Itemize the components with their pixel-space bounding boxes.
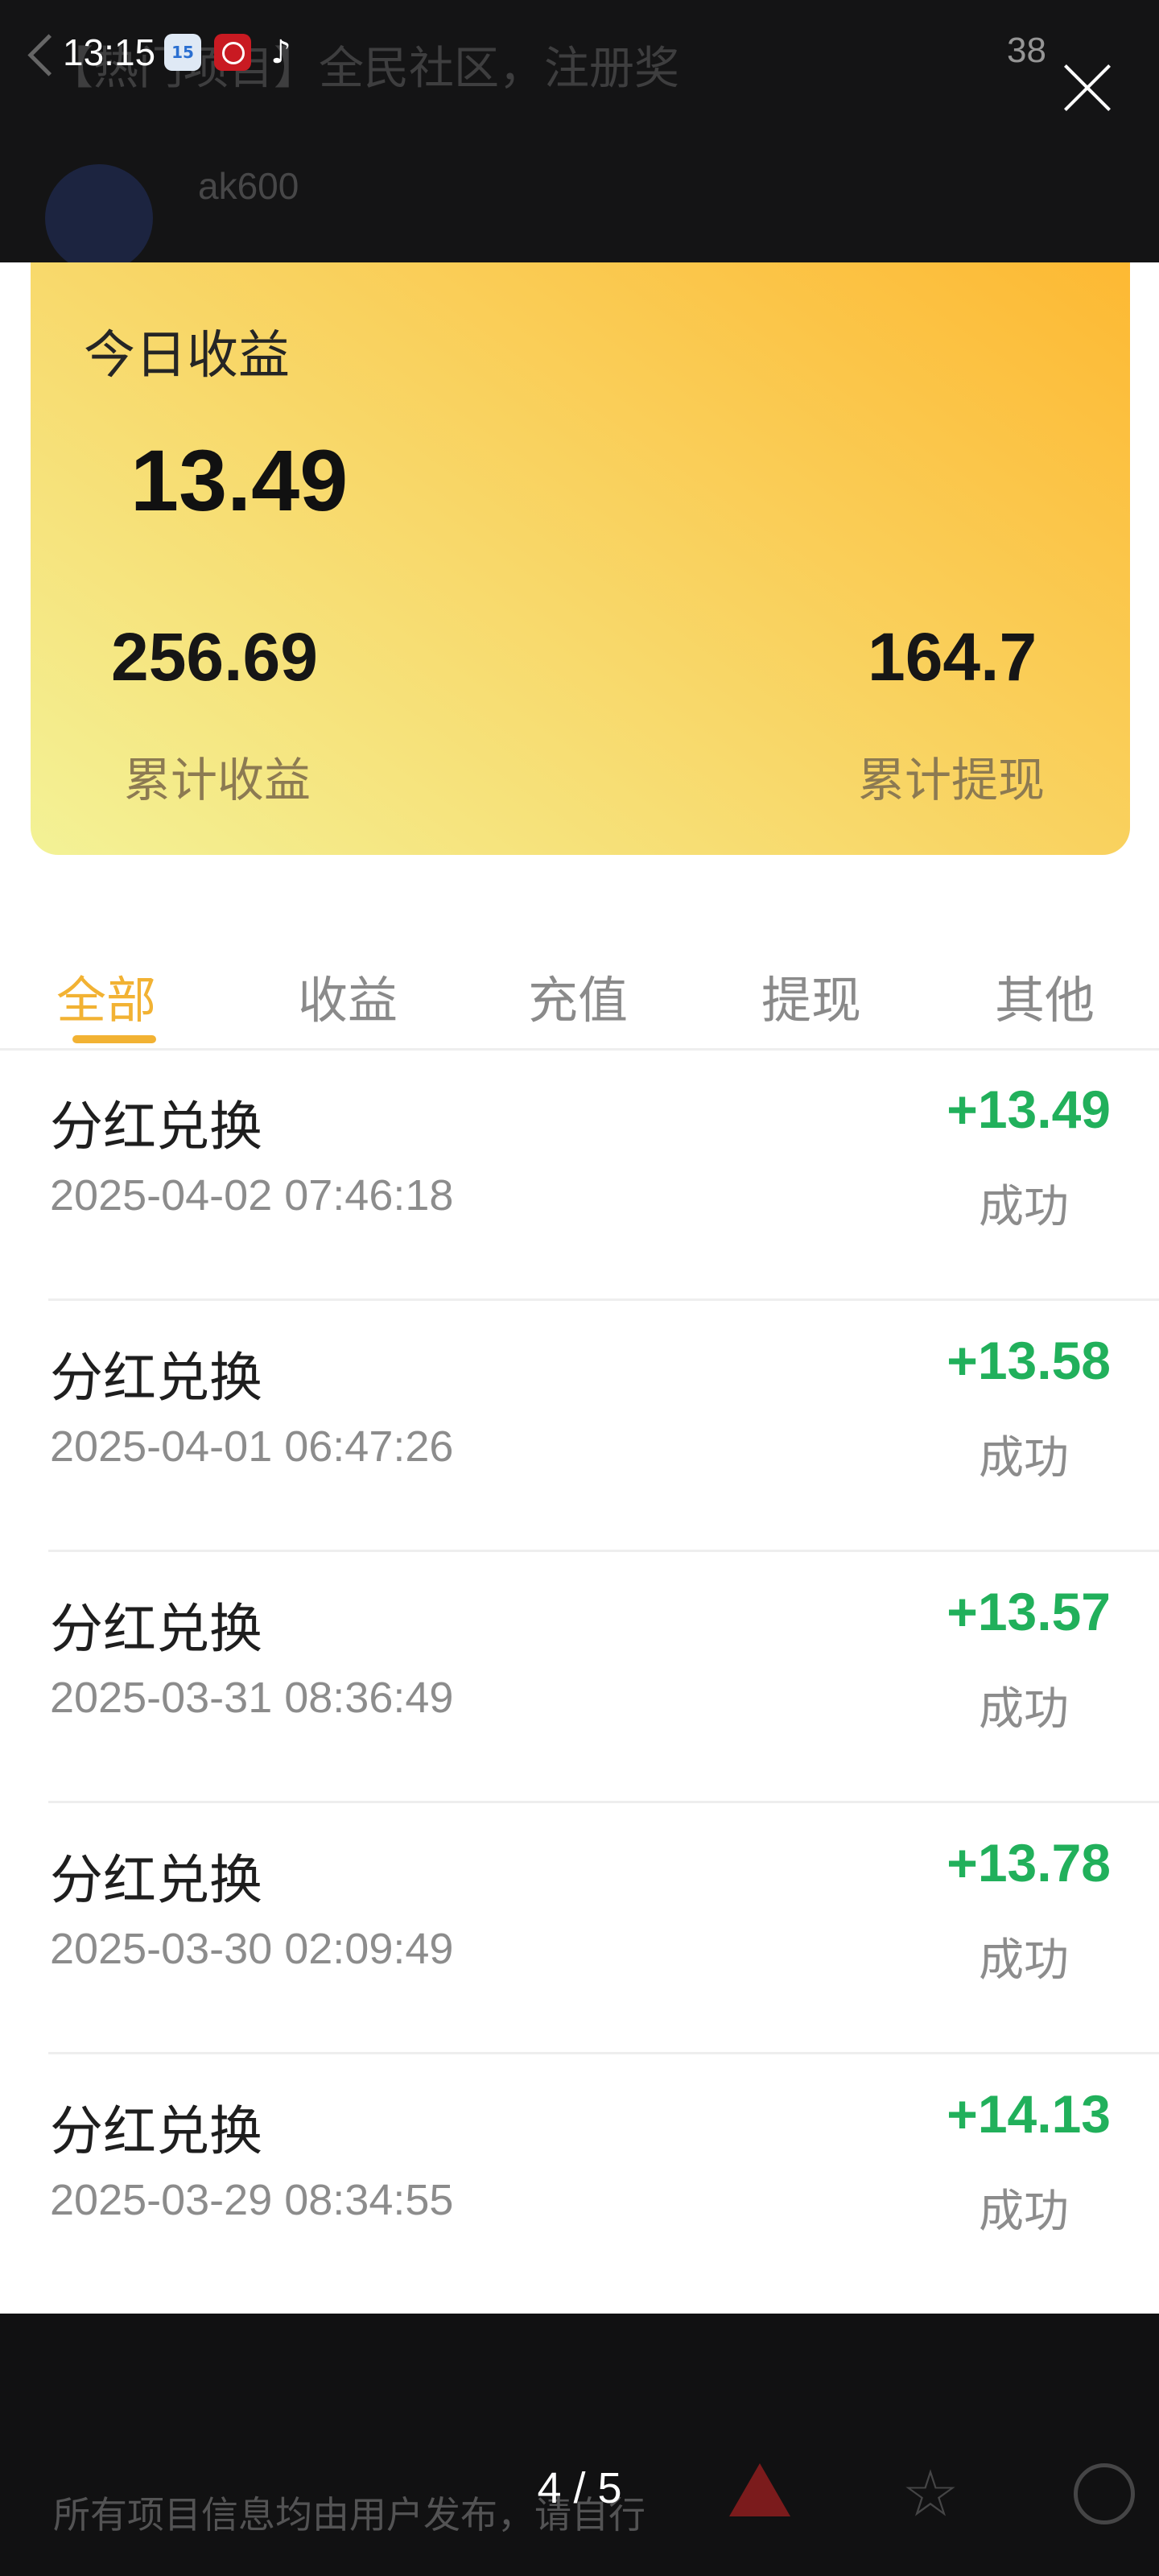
page-indicator: 4 / 5 bbox=[537, 2464, 622, 2512]
transaction-status: 成功 bbox=[979, 1181, 1069, 1233]
transaction-title: 分红兑换 bbox=[50, 1347, 262, 1409]
today-earnings-label: 今日收益 bbox=[84, 326, 290, 386]
tab-all[interactable]: 全部 bbox=[56, 960, 156, 1032]
transaction-amount: +14.13 bbox=[947, 2084, 1111, 2144]
tab-recharge[interactable]: 充值 bbox=[528, 960, 628, 1032]
close-icon[interactable] bbox=[1061, 61, 1114, 114]
total-withdraw-value: 164.7 bbox=[868, 619, 1037, 695]
transaction-amount: +13.78 bbox=[947, 1833, 1111, 1893]
transaction-title: 分红兑换 bbox=[50, 1849, 262, 1911]
earnings-card: 今日收益 13.49 256.69 164.7 累计收益 累计提现 bbox=[31, 262, 1130, 855]
transaction-time: 2025-04-02 07:46:18 bbox=[50, 1171, 454, 1220]
transaction-row[interactable]: 分红兑换 2025-03-31 08:36:49 +13.57 成功 bbox=[0, 1552, 1159, 1803]
tiktok-notification-icon: ♪ bbox=[270, 34, 291, 71]
total-earnings-label: 累计收益 bbox=[124, 753, 311, 807]
transaction-row[interactable]: 分红兑换 2025-04-02 07:46:18 +13.49 成功 bbox=[0, 1050, 1159, 1301]
transaction-row[interactable]: 分红兑换 2025-03-29 08:34:55 +14.13 成功 bbox=[0, 2054, 1159, 2306]
bank-app-notification-icon bbox=[214, 34, 251, 71]
total-earnings-value: 256.69 bbox=[111, 619, 318, 695]
transaction-time: 2025-03-31 08:36:49 bbox=[50, 1674, 454, 1722]
transaction-title: 分红兑换 bbox=[50, 1096, 262, 1158]
transaction-row[interactable]: 分红兑换 2025-03-30 02:09:49 +13.78 成功 bbox=[0, 1803, 1159, 2054]
transaction-amount: +13.57 bbox=[947, 1582, 1111, 1641]
transaction-amount: +13.49 bbox=[947, 1080, 1111, 1139]
transaction-time: 2025-03-29 08:34:55 bbox=[50, 2176, 454, 2224]
calendar-notification-icon: 15 bbox=[164, 34, 201, 71]
status-bar-time: 13:15 bbox=[63, 31, 156, 73]
transaction-time: 2025-03-30 02:09:49 bbox=[50, 1925, 454, 1973]
image-panel: 今日收益 13.49 256.69 164.7 累计收益 累计提现 全部 收益 … bbox=[0, 262, 1159, 2314]
behind-author-name: ak600 bbox=[198, 165, 299, 207]
viewer-bottom-bar: 所有项目信息均由用户发布，请自行 ☆ 4 / 5 bbox=[0, 2314, 1159, 2576]
battery-level: 38 bbox=[1007, 31, 1046, 70]
viewer-top-bar: 【热门项目】全民社区，注册奖 13:15 15 ♪ 38 ak600 bbox=[0, 0, 1159, 262]
transaction-title: 分红兑换 bbox=[50, 2100, 262, 2162]
tab-earnings[interactable]: 收益 bbox=[298, 960, 398, 1032]
transaction-status: 成功 bbox=[979, 2186, 1069, 2238]
transaction-time: 2025-04-01 06:47:26 bbox=[50, 1422, 454, 1471]
tab-other[interactable]: 其他 bbox=[995, 960, 1095, 1032]
transaction-row[interactable]: 分红兑换 2025-04-01 06:47:26 +13.58 成功 bbox=[0, 1301, 1159, 1552]
today-earnings-value: 13.49 bbox=[130, 431, 349, 529]
active-tab-indicator bbox=[72, 1035, 156, 1043]
transaction-status: 成功 bbox=[979, 1683, 1069, 1736]
transaction-title: 分红兑换 bbox=[50, 1598, 262, 1660]
transaction-status: 成功 bbox=[979, 1934, 1069, 1987]
transaction-tabs: 全部 收益 充值 提现 其他 bbox=[0, 940, 1159, 1051]
total-withdraw-label: 累计提现 bbox=[858, 753, 1046, 807]
tab-withdraw[interactable]: 提现 bbox=[761, 960, 861, 1032]
transaction-status: 成功 bbox=[979, 1432, 1069, 1484]
transaction-amount: +13.58 bbox=[947, 1331, 1111, 1390]
behind-author-avatar bbox=[45, 164, 153, 262]
